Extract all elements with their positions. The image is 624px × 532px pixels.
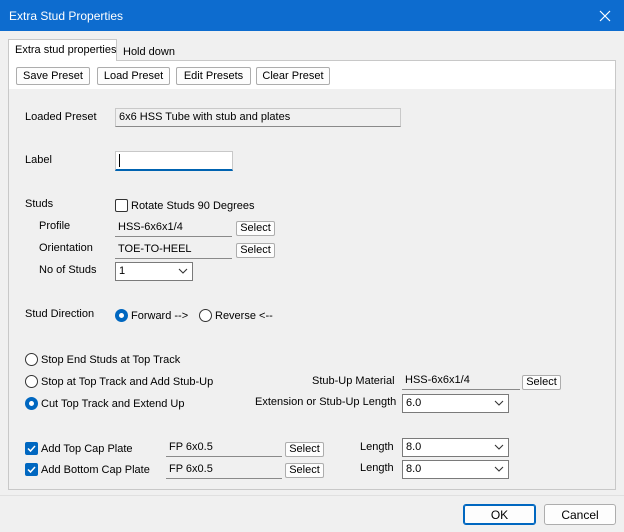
label-input[interactable] <box>115 151 233 171</box>
top-cap-plate-label: Add Top Cap Plate <box>41 443 133 455</box>
tab-extra-stud-properties[interactable]: Extra stud properties <box>8 39 117 61</box>
cut-extend-radio[interactable] <box>25 397 38 410</box>
stub-up-length-value: 6.0 <box>406 397 422 409</box>
orientation-select-button[interactable]: Select <box>236 243 275 258</box>
stop-end-studs-label: Stop End Studs at Top Track <box>41 354 181 366</box>
no-of-studs-dropdown[interactable]: 1 <box>115 262 193 281</box>
loaded-preset-value: 6x6 HSS Tube with stub and plates <box>115 108 401 127</box>
chevron-down-icon <box>494 400 504 406</box>
reverse-radio[interactable] <box>199 309 212 322</box>
forward-label: Forward --> <box>131 310 189 322</box>
no-of-studs-value: 1 <box>119 265 126 277</box>
stop-end-studs-radio[interactable] <box>25 353 38 366</box>
rotate-studs-checkbox[interactable] <box>115 199 128 212</box>
checkmark-icon <box>27 466 36 474</box>
close-button[interactable] <box>586 0 624 31</box>
chevron-down-icon <box>178 268 188 274</box>
stud-direction-label: Stud Direction <box>25 308 95 320</box>
top-cap-length-label: Length <box>360 441 394 453</box>
title-bar: Extra Stud Properties <box>0 0 624 31</box>
top-cap-length-dropdown[interactable]: 8.0 <box>402 438 509 457</box>
text-caret <box>119 154 120 167</box>
profile-value: HSS-6x6x1/4 <box>115 219 232 237</box>
ok-button[interactable]: OK <box>463 504 536 525</box>
bottom-cap-length-dropdown[interactable]: 8.0 <box>402 460 509 479</box>
stub-up-length-label: Extension or Stub-Up Length <box>255 396 397 408</box>
bottom-cap-length-value: 8.0 <box>406 463 422 475</box>
close-icon <box>599 10 611 21</box>
forward-radio[interactable] <box>115 309 128 322</box>
orientation-value: TOE-TO-HEEL <box>115 241 232 259</box>
stop-add-stub-label: Stop at Top Track and Add Stub-Up <box>41 376 214 388</box>
stop-add-stub-radio[interactable] <box>25 375 38 388</box>
cut-extend-label: Cut Top Track and Extend Up <box>41 398 185 410</box>
cancel-button[interactable]: Cancel <box>544 504 616 525</box>
bottom-cap-plate-select-button[interactable]: Select <box>285 463 324 478</box>
bottom-cap-plate-label: Add Bottom Cap Plate <box>41 464 150 476</box>
stub-up-length-dropdown[interactable]: 6.0 <box>402 394 509 413</box>
load-preset-button[interactable]: Load Preset <box>97 67 170 85</box>
checkmark-icon <box>27 445 36 453</box>
bottom-cap-plate-checkbox[interactable] <box>25 463 38 476</box>
bottom-cap-plate-value: FP 6x0.5 <box>166 461 282 479</box>
no-of-studs-label: No of Studs <box>39 264 97 276</box>
top-cap-plate-value: FP 6x0.5 <box>166 439 282 457</box>
bottom-cap-length-label: Length <box>360 462 394 474</box>
chevron-down-icon <box>494 444 504 450</box>
rotate-studs-label: Rotate Studs 90 Degrees <box>131 200 255 212</box>
clear-preset-button[interactable]: Clear Preset <box>256 67 330 85</box>
studs-label: Studs <box>25 198 54 210</box>
top-cap-plate-checkbox[interactable] <box>25 442 38 455</box>
reverse-label: Reverse <-- <box>215 310 273 322</box>
loaded-preset-label: Loaded Preset <box>25 111 97 123</box>
top-cap-plate-select-button[interactable]: Select <box>285 442 324 457</box>
edit-presets-button[interactable]: Edit Presets <box>176 67 251 85</box>
orientation-label: Orientation <box>39 242 93 254</box>
profile-label: Profile <box>39 220 71 232</box>
label-field-label: Label <box>25 154 52 166</box>
stub-up-material-label: Stub-Up Material <box>312 375 395 387</box>
save-preset-button[interactable]: Save Preset <box>16 67 90 85</box>
top-cap-length-value: 8.0 <box>406 441 422 453</box>
stub-up-material-select-button[interactable]: Select <box>522 375 561 390</box>
window-title: Extra Stud Properties <box>9 9 124 23</box>
profile-select-button[interactable]: Select <box>236 221 275 236</box>
chevron-down-icon <box>494 466 504 472</box>
stub-up-material-value: HSS-6x6x1/4 <box>402 372 520 390</box>
